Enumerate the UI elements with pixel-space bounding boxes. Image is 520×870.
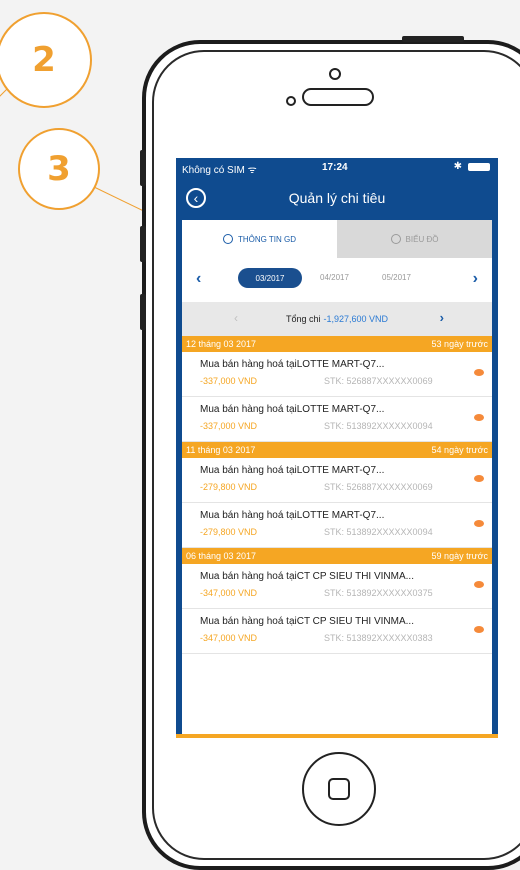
home-button[interactable] [302,752,376,826]
tx-description: Mua bán hàng hoá tạiLOTTE MART-Q7... [200,465,385,476]
tx-account: STK: 513892XXXXXX0383 [324,633,433,643]
total-value: -1,927,600 VND [323,314,389,324]
day-date: 12 tháng 03 2017 [186,339,257,349]
camera-icon [329,68,341,80]
tx-account: STK: 526887XXXXXX0069 [324,482,433,492]
tab-chart[interactable]: BIỂU ĐỒ [337,220,492,258]
bottom-accent-strip [176,734,498,738]
tab-label: BIỂU ĐỒ [405,234,439,244]
day-ago: 54 ngày trước [431,445,488,455]
tx-amount: -337,000 VND [200,376,258,386]
prev-month-button[interactable]: ‹ [196,270,201,288]
status-bar: Không có SIM ᯤ 17:24 ✱ [176,158,498,176]
eye-icon[interactable] [474,520,484,527]
total-next-icon[interactable]: › [440,310,444,325]
day-date: 06 tháng 03 2017 [186,551,257,561]
month-option[interactable]: 04/2017 [320,273,349,282]
day-ago: 53 ngày trước [431,339,488,349]
day-ago: 59 ngày trước [431,551,488,561]
home-square-icon [328,778,350,800]
page-title: Quản lý chi tiêu [288,190,386,206]
tx-amount: -347,000 VND [200,588,258,598]
tab-bar: THÔNG TIN GD BIỂU ĐỒ [182,220,492,258]
total-spending-bar: ‹ Tổng chi -1,927,600 VND › [182,302,492,336]
tx-account: STK: 513892XXXXXX0375 [324,588,433,598]
tx-account: STK: 513892XXXXXX0094 [324,421,433,431]
battery-icon [468,163,490,171]
tx-description: Mua bán hàng hoá tạiLOTTE MART-Q7... [200,510,385,521]
nav-bar: ‹ Quản lý chi tiêu [176,176,498,220]
chart-icon [390,234,401,244]
total-label: Tổng chi [285,314,321,324]
tx-description: Mua bán hàng hoá tạiCT CP SIEU THI VINMA… [200,571,414,582]
tab-label: THÔNG TIN GD [237,234,297,244]
history-icon [222,234,233,244]
eye-icon[interactable] [474,475,484,482]
tx-amount: -337,000 VND [200,421,258,431]
eye-icon[interactable] [474,626,484,633]
transaction-row[interactable]: Mua bán hàng hoá tạiLOTTE MART-Q7... -27… [182,458,492,503]
speaker-grille [302,88,374,106]
mute-switch [140,150,146,186]
transaction-row[interactable]: Mua bán hàng hoá tạiCT CP SIEU THI VINMA… [182,609,492,654]
tx-amount: -279,800 VND [200,482,258,492]
transaction-row[interactable]: Mua bán hàng hoá tạiCT CP SIEU THI VINMA… [182,564,492,609]
front-camera-icon [286,96,296,106]
transaction-list: 12 tháng 03 2017 53 ngày trước Mua bán h… [182,336,492,654]
eye-icon[interactable] [474,581,484,588]
tx-description: Mua bán hàng hoá tạiLOTTE MART-Q7... [200,359,385,370]
month-option[interactable]: 05/2017 [382,273,411,282]
month-selector: ‹ 03/2017 04/2017 05/2017 › [182,258,492,302]
volume-up-button [140,226,146,262]
total-prev-icon[interactable]: ‹ [234,311,238,325]
transaction-row[interactable]: Mua bán hàng hoá tạiLOTTE MART-Q7... -33… [182,352,492,397]
tx-amount: -347,000 VND [200,633,258,643]
content-card: THÔNG TIN GD BIỂU ĐỒ ‹ 03/2017 04/2017 0… [182,220,492,738]
transaction-row[interactable]: Mua bán hàng hoá tạiLOTTE MART-Q7... -33… [182,397,492,442]
tx-account: STK: 526887XXXXXX0069 [324,376,433,386]
bluetooth-icon: ✱ [453,161,462,172]
eye-icon[interactable] [474,414,484,421]
next-month-button[interactable]: › [473,270,478,288]
tx-description: Mua bán hàng hoá tạiLOTTE MART-Q7... [200,404,385,415]
day-header: 11 tháng 03 2017 54 ngày trước [182,442,492,458]
callout-badge-3: 3 [18,128,100,210]
tx-description: Mua bán hàng hoá tạiCT CP SIEU THI VINMA… [200,616,414,627]
transaction-row[interactable]: Mua bán hàng hoá tạiLOTTE MART-Q7... -27… [182,503,492,548]
eye-icon[interactable] [474,369,484,376]
carrier-label: Không có SIM ᯤ [182,165,257,176]
app-screen: Không có SIM ᯤ 17:24 ✱ ‹ Quản lý chi tiê… [176,158,498,738]
tab-transaction-info[interactable]: THÔNG TIN GD [182,220,337,258]
tx-amount: -279,800 VND [200,527,258,537]
day-header: 06 tháng 03 2017 59 ngày trước [182,548,492,564]
volume-down-button [140,294,146,330]
clock: 17:24 [322,162,348,173]
callout-badge-2: 2 [0,12,92,108]
day-date: 11 tháng 03 2017 [186,445,256,455]
day-header: 12 tháng 03 2017 53 ngày trước [182,336,492,352]
power-button [402,36,464,42]
month-selected[interactable]: 03/2017 [238,268,302,288]
tx-account: STK: 513892XXXXXX0094 [324,527,433,537]
